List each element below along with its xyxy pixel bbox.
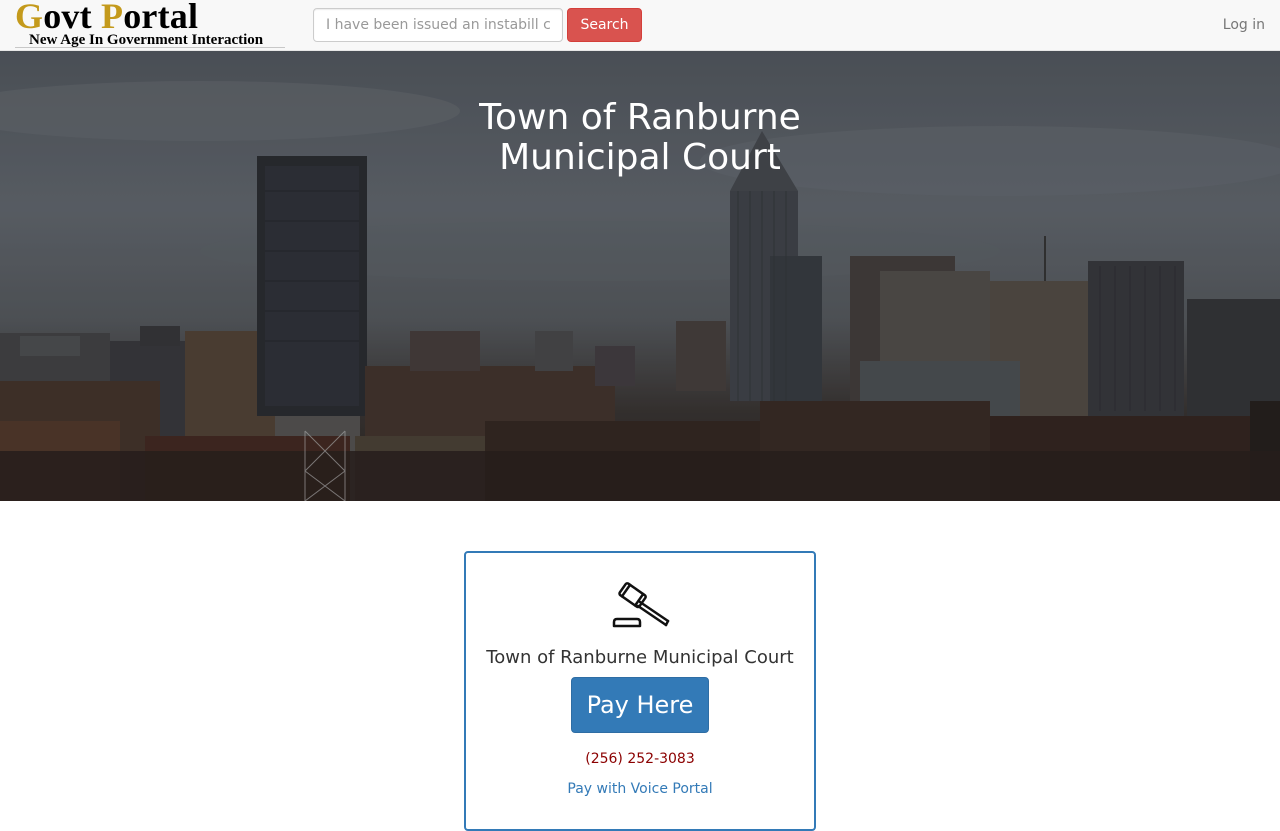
hero-title-line1: Town of Ranburne: [479, 97, 801, 138]
brand-logo[interactable]: Govt Portal New Age In Government Intera…: [15, 0, 285, 50]
login-link[interactable]: Log in: [1223, 15, 1265, 35]
navbar: Govt Portal New Age In Government Intera…: [0, 0, 1280, 51]
brand-divider: [15, 47, 285, 48]
court-card: Town of Ranburne Municipal Court Pay Her…: [464, 551, 816, 831]
hero-title: Town of Ranburne Municipal Court: [390, 98, 890, 178]
pay-with-voice-portal-link[interactable]: Pay with Voice Portal: [466, 780, 814, 798]
hero-banner: Town of Ranburne Municipal Court: [0, 51, 1280, 501]
search-input[interactable]: [313, 8, 563, 42]
court-name: Town of Ranburne Municipal Court: [486, 647, 794, 668]
pay-here-button[interactable]: Pay Here: [571, 677, 709, 733]
gavel-icon: [612, 582, 670, 628]
phone-number: (256) 252-3083: [585, 751, 695, 767]
brand-text-part1: ovt: [43, 0, 101, 36]
search-button[interactable]: Search: [567, 8, 642, 42]
brand-initial-p: P: [101, 0, 124, 36]
brand-text-part2: ortal: [123, 0, 199, 36]
brand-initial-g: G: [15, 0, 44, 36]
hero-title-line2: Municipal Court: [499, 137, 781, 178]
brand-title: Govt Portal: [15, 0, 198, 36]
